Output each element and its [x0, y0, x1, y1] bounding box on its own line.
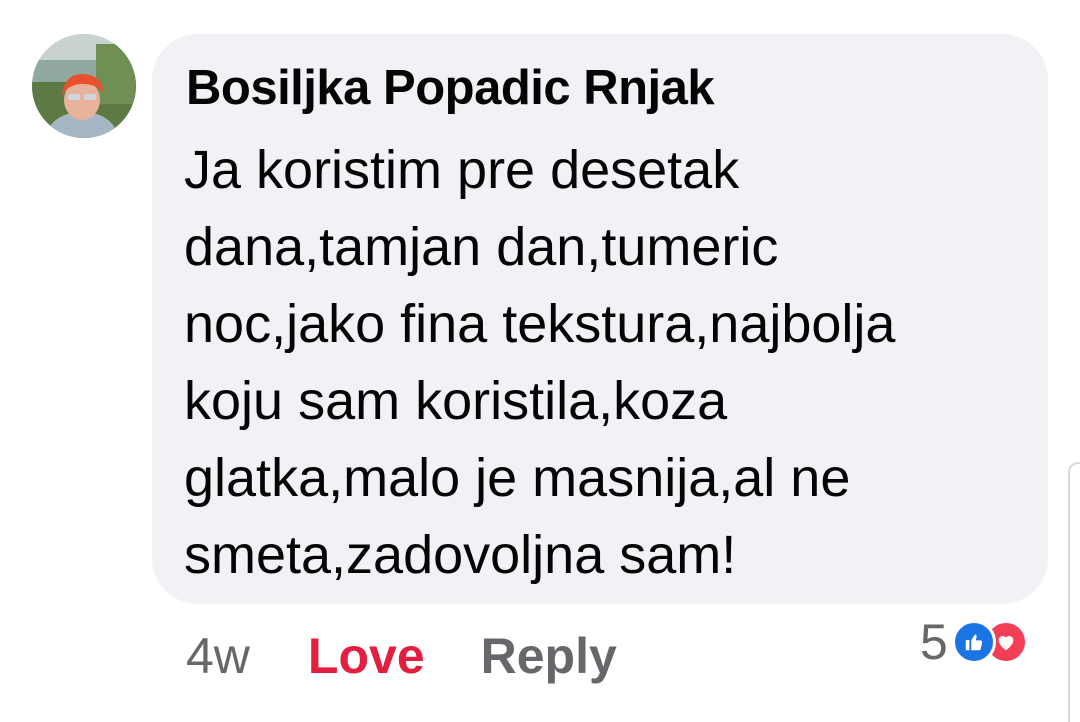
love-button[interactable]: Love	[308, 627, 425, 685]
comment-text-line: dana,tamjan dan,tumeric	[184, 217, 779, 277]
like-icon	[951, 620, 996, 664]
comment-timestamp[interactable]: 4w	[186, 627, 250, 685]
comment-text-line: smeta,zadovoljna sam!	[184, 525, 737, 585]
reaction-summary[interactable]: 5	[920, 612, 1028, 672]
scrollbar-edge[interactable]	[1068, 462, 1080, 722]
comment-text-line: glatka,malo je masnija,al ne	[184, 448, 851, 508]
comment-actions: 4w Love Reply	[186, 624, 617, 688]
comment-row: Bosiljka Popadic Rnjak Ja koristim pre d…	[0, 0, 1080, 722]
comment-text-line: Ja koristim pre desetak	[184, 140, 740, 200]
profile-photo-icon	[32, 34, 136, 138]
comment-author[interactable]: Bosiljka Popadic Rnjak	[186, 60, 715, 116]
reply-button[interactable]: Reply	[481, 627, 617, 685]
comment-text-line: noc,jako fina tekstura,najbolja	[184, 294, 896, 354]
comment-text-line: koju sam koristila,koza	[184, 371, 728, 431]
reaction-count: 5	[920, 614, 948, 670]
comment-text: Ja koristim pre desetak dana,tamjan dan,…	[184, 132, 1024, 594]
avatar[interactable]	[32, 34, 136, 138]
